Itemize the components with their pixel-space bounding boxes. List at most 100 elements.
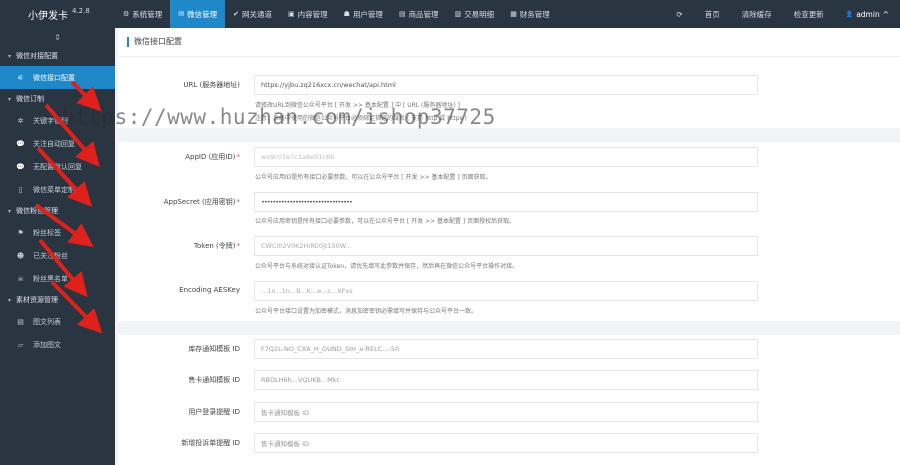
sidebar-item-label: 图文列表 bbox=[33, 317, 61, 326]
tpl-complaint-field[interactable]: 售卡通知模板 ID bbox=[254, 433, 758, 453]
home-link[interactable]: 首页 bbox=[694, 0, 731, 28]
appsecret-help: 公众号应用密钥是所有接口必要参数，可以在公众号平台 [ 开发 >> 基本配置 ]… bbox=[255, 218, 516, 225]
main-content: 微信接口配置 URL (服务器地址) https://yjbu.zq216xcx… bbox=[115, 28, 900, 465]
nav-right: ⟳ 首页 清除缓存 检查更新 👤 admin ^ bbox=[665, 0, 900, 28]
section-separator-2 bbox=[118, 321, 900, 335]
sidebar-item-label: 粉丝黑名单 bbox=[33, 274, 68, 283]
sidebar-item-icon: 💬 bbox=[16, 162, 25, 171]
sidebar-item[interactable]: ▱ 添加图文 bbox=[0, 333, 115, 356]
sidebar-item-icon: ✲ bbox=[17, 116, 24, 125]
sidebar-item-icon: ⚑ bbox=[17, 228, 24, 237]
sidebar-item[interactable]: 💬 关注自动回复 bbox=[0, 132, 115, 155]
config-panel: 微信接口配置 URL (服务器地址) https://yjbu.zq216xcx… bbox=[118, 28, 900, 465]
title-divider bbox=[118, 56, 900, 57]
tpl-complaint-label: 新增投诉单提醒 ID bbox=[181, 439, 240, 447]
wechat-icon: ✉ bbox=[178, 10, 185, 18]
brand-version: 4.2.8 bbox=[72, 7, 90, 15]
sidebar-item-icon: ▯ bbox=[18, 185, 23, 194]
aeskey-label: Encoding AESKey bbox=[179, 286, 240, 294]
sidebar-item-icon: ☠ bbox=[17, 274, 24, 283]
tpl-login-label: 用户登录提醒 ID bbox=[188, 408, 240, 416]
nav-gear[interactable]: ⚙ 系统管理 bbox=[115, 0, 170, 28]
aeskey-help: 公众号平台接口设置为加密模式，消息加密密钥必需填写并保持与公众号平台一致。 bbox=[255, 308, 478, 315]
caret-down-icon: ▾ bbox=[8, 207, 12, 215]
refresh-icon: ⟳ bbox=[676, 9, 683, 19]
tpl-login-field[interactable]: 售卡通知模板 ID bbox=[254, 402, 758, 422]
sidebar-group[interactable]: ▾ 微信粉丝管理 bbox=[0, 201, 115, 221]
brand-logo[interactable]: 小伊发卡 4.2.8 bbox=[0, 0, 115, 28]
tpl-stock-field[interactable]: F7Q2L-NO_CXA_H_OUND_SIH_e-RELC...-50 bbox=[254, 339, 758, 359]
clear-cache-button[interactable]: 清除缓存 bbox=[731, 0, 783, 28]
main-nav: ⚙ 系统管理 ✉ 微信管理 ✔ 网关通道 ▣ 内容管理 ☗ 用户管理 ▤ 商品管理 ▥ 交易明细 ▦ 财务管理 bbox=[115, 0, 558, 28]
token-field[interactable]: CWCi02V0K2HiRE0jt1S0W... bbox=[254, 236, 758, 256]
sidebar-group[interactable]: ▾ 微信对接配置 bbox=[0, 46, 115, 66]
user-menu[interactable]: 👤 admin ^ bbox=[835, 0, 900, 28]
refresh-button[interactable]: ⟳ bbox=[665, 0, 693, 28]
section-separator bbox=[118, 128, 900, 142]
token-help: 公众号平台与系统对接认证Token，请优先填写此参数并保存，然后再在微信公众号平… bbox=[255, 263, 519, 270]
sidebar-item[interactable]: ▯ 微信菜单定制 bbox=[0, 178, 115, 201]
tpl-deliver-label: 售卡通知模板 ID bbox=[188, 376, 240, 384]
appid-help: 公众号应用ID是所有接口必要参数，可以在公众号平台 [ 开发 >> 基本配置 ]… bbox=[255, 174, 492, 181]
finance-icon: ▦ bbox=[510, 10, 517, 18]
goods-icon: ▤ bbox=[398, 10, 406, 18]
sidebar-group-label: 微信粉丝管理 bbox=[16, 207, 59, 215]
sidebar-item-label: 关注自动回复 bbox=[33, 139, 75, 148]
sidebar: ⇕ ▾ 微信对接配置 ⚟ 微信接口配置 ▾ 微信订制 ✲ 关键字管理 💬 关注自动回复 💬 无配置默认… bbox=[0, 28, 115, 465]
sidebar-group-label: 素材资源管理 bbox=[16, 296, 59, 304]
nav-trade[interactable]: ▥ 交易明细 bbox=[447, 0, 503, 28]
caret-down-icon: ▾ bbox=[8, 52, 12, 60]
nav-label: 系统管理 bbox=[132, 9, 163, 19]
url-field[interactable]: https://yjbu.zq216xcx.cn/wechat/api.html bbox=[254, 75, 758, 95]
sidebar-group-label: 微信对接配置 bbox=[16, 52, 59, 60]
nav-label: 商品管理 bbox=[408, 9, 439, 19]
nav-label: 用户管理 bbox=[352, 9, 383, 19]
tpl-deliver-field[interactable]: RBDLH6h...VQUKB...Mkc bbox=[254, 370, 758, 390]
user-name: admin bbox=[856, 9, 880, 19]
sidebar-item-icon: ⚟ bbox=[17, 73, 24, 82]
sidebar-item-label: 微信接口配置 bbox=[33, 73, 75, 82]
top-navbar: 小伊发卡 4.2.8 ⚙ 系统管理 ✉ 微信管理 ✔ 网关通道 ▣ 内容管理 ☗ 用户管理 ▤ 商品管… bbox=[0, 0, 900, 28]
aeskey-field[interactable]: ...1n...1n...B...K...e...c...XFxs bbox=[254, 281, 758, 301]
caret-down-icon: ▾ bbox=[8, 95, 12, 103]
sidebar-item[interactable]: ⚟ 微信接口配置 bbox=[0, 66, 115, 89]
appid-field[interactable]: wx9c01e7c1a8e01c6b bbox=[254, 147, 758, 167]
trade-icon: ▥ bbox=[454, 10, 462, 18]
sidebar-item[interactable]: ⚑ 粉丝标签 bbox=[0, 221, 115, 244]
sidebar-item[interactable]: ▤ 图文列表 bbox=[0, 310, 115, 333]
nav-gateway[interactable]: ✔ 网关通道 bbox=[225, 0, 280, 28]
nav-label: 网关通道 bbox=[242, 9, 273, 19]
nav-finance[interactable]: ▦ 财务管理 bbox=[502, 0, 558, 28]
sidebar-item-label: 添加图文 bbox=[33, 340, 61, 349]
nav-goods[interactable]: ▤ 商品管理 bbox=[391, 0, 447, 28]
collapse-icon: ⇕ bbox=[54, 32, 61, 42]
check-update-button[interactable]: 检查更新 bbox=[783, 0, 835, 28]
caret-down-icon: ▾ bbox=[8, 296, 12, 304]
nav-wechat[interactable]: ✉ 微信管理 bbox=[170, 0, 226, 28]
sidebar-item-label: 无配置默认回复 bbox=[33, 162, 82, 171]
nav-content[interactable]: ▣ 内容管理 bbox=[280, 0, 336, 28]
sidebar-item-icon: ▤ bbox=[17, 317, 24, 326]
gateway-icon: ✔ bbox=[233, 10, 240, 18]
sidebar-item-icon: ▱ bbox=[17, 340, 24, 349]
token-label: Token (令牌)* bbox=[193, 242, 240, 250]
sidebar-item-label: 微信菜单定制 bbox=[33, 185, 75, 194]
sidebar-item[interactable]: 💬 无配置默认回复 bbox=[0, 155, 115, 178]
sidebar-item[interactable]: ☻ 已关注粉丝 bbox=[0, 244, 115, 267]
sidebar-item[interactable]: ☠ 粉丝黑名单 bbox=[0, 267, 115, 290]
sidebar-item-label: 已关注粉丝 bbox=[33, 251, 68, 260]
nav-users[interactable]: ☗ 用户管理 bbox=[336, 0, 391, 28]
appsecret-label: AppSecret (应用密钥)* bbox=[163, 198, 240, 206]
nav-label: 内容管理 bbox=[297, 9, 328, 19]
url-label: URL (服务器地址) bbox=[183, 81, 240, 89]
nav-label: 微信管理 bbox=[187, 9, 218, 19]
sidebar-group[interactable]: ▾ 素材资源管理 bbox=[0, 290, 115, 310]
watermark-text: https://www.huzhan.com/ishop37725 bbox=[62, 105, 496, 129]
page-title: 微信接口配置 bbox=[127, 37, 182, 47]
chevron-up-icon: ^ bbox=[882, 9, 889, 19]
appsecret-field[interactable]: •••••••••••••••••••••••••••••••• bbox=[254, 192, 758, 212]
sidebar-item-label: 粉丝标签 bbox=[33, 228, 61, 237]
sidebar-toggle[interactable]: ⇕ bbox=[0, 28, 115, 46]
users-icon: ☗ bbox=[343, 10, 350, 18]
nav-label: 财务管理 bbox=[519, 9, 550, 19]
